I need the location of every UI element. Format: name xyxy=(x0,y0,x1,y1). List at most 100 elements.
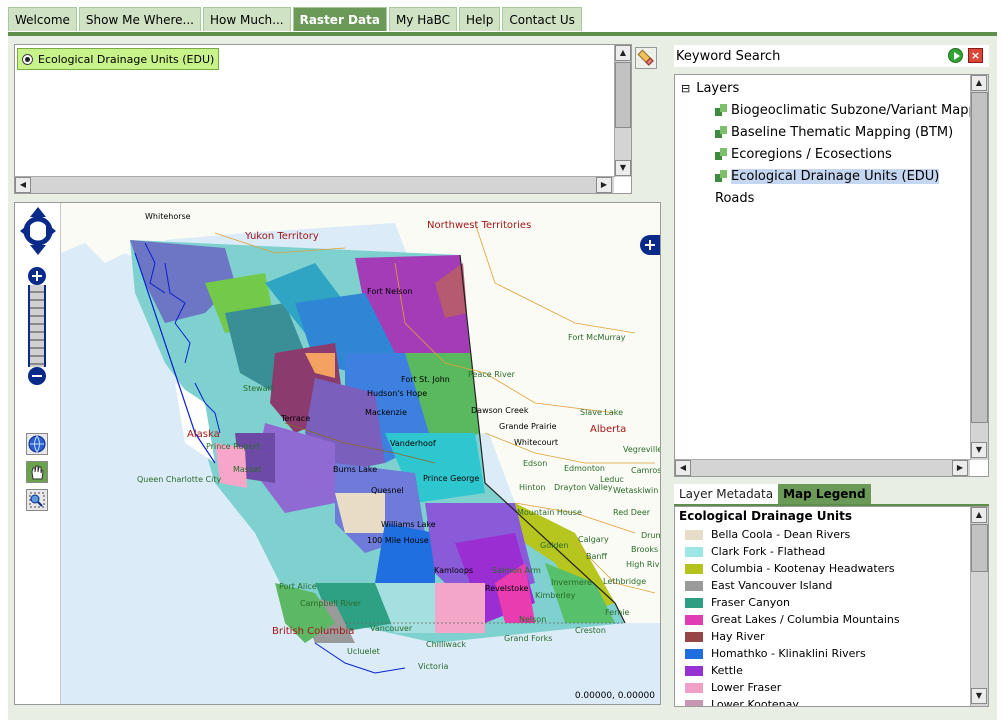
legend-swatch xyxy=(685,665,703,676)
legend-swatch xyxy=(685,546,703,557)
scroll-left-icon[interactable]: ◀ xyxy=(675,460,691,476)
label-prince-george: Prince George xyxy=(423,474,480,483)
legend-item-label: Bella Coola - Dean Rivers xyxy=(711,528,851,541)
scroll-right-icon[interactable]: ▶ xyxy=(596,177,612,193)
label-yukon: Yukon Territory xyxy=(245,231,319,242)
scroll-down-icon[interactable]: ▼ xyxy=(971,442,987,458)
layer-icon xyxy=(715,148,727,160)
label-campbell-river: Campbell River xyxy=(300,599,362,608)
legend-item: Hay River xyxy=(685,628,765,645)
legend-item-label: Great Lakes / Columbia Mountains xyxy=(711,613,900,626)
label-revelstoke: Revelstoke xyxy=(485,584,529,593)
label-fernie: Fernie xyxy=(605,608,630,617)
tree-root-layers[interactable]: ⊟ Layers xyxy=(681,78,739,98)
label-victoria: Victoria xyxy=(418,662,449,671)
tree-vertical-scrollbar[interactable]: ▲ ▼ xyxy=(970,75,988,460)
vertical-scrollbar[interactable]: ▲ ▼ xyxy=(614,45,631,177)
label-prince-rupert: Prince Rupert xyxy=(206,442,260,451)
tree-item-btm[interactable]: Baseline Thematic Mapping (BTM) xyxy=(715,122,953,142)
main-nav: Welcome Show Me Where... How Much... Ras… xyxy=(8,7,582,31)
layer-icon xyxy=(715,126,727,138)
hand-pan-icon[interactable] xyxy=(26,461,48,483)
play-icon[interactable] xyxy=(948,48,963,63)
tab-help[interactable]: Help xyxy=(458,7,501,31)
pan-control-icon[interactable] xyxy=(20,207,56,255)
label-high-river: High River xyxy=(626,560,660,569)
legend-item-label: Lower Fraser xyxy=(711,681,782,694)
label-wetaskiwin: Wetaskiwin xyxy=(613,486,659,495)
zoom-slider[interactable] xyxy=(28,285,46,367)
scrollbar-thumb[interactable] xyxy=(971,524,988,572)
legend-swatch xyxy=(685,563,703,574)
globe-icon[interactable] xyxy=(26,433,48,455)
radio-button[interactable] xyxy=(22,53,33,65)
scroll-down-icon[interactable]: ▼ xyxy=(615,160,631,176)
zoom-out-icon[interactable] xyxy=(28,367,46,385)
eraser-icon[interactable] xyxy=(635,47,657,69)
scroll-up-icon[interactable]: ▲ xyxy=(971,507,987,523)
label-banff: Banff xyxy=(586,552,607,561)
tab-welcome[interactable]: Welcome xyxy=(8,7,77,31)
label-red-deer: Red Deer xyxy=(613,508,651,517)
tab-contact-us[interactable]: Contact Us xyxy=(502,7,582,31)
scroll-up-icon[interactable]: ▲ xyxy=(615,45,631,61)
label-queen-charlotte: Queen Charlotte City xyxy=(137,475,222,484)
legend-item: Lower Fraser xyxy=(685,679,781,696)
label-lethbridge: Lethbridge xyxy=(603,577,647,586)
label-drayton-valley: Drayton Valley xyxy=(554,483,613,492)
label-kimberley: Kimberley xyxy=(535,591,576,600)
tree-item-biogeoclimatic[interactable]: Biogeoclimatic Subzone/Variant Mapping xyxy=(715,100,988,120)
map-viewport[interactable]: Whitehorse Yukon Territory Northwest Ter… xyxy=(14,202,661,705)
label-burns-lake: Burns Lake xyxy=(333,465,378,474)
zoom-box-icon[interactable] xyxy=(26,489,48,511)
tree-item-roads[interactable]: Roads xyxy=(715,188,754,208)
scroll-down-icon[interactable]: ▼ xyxy=(971,688,987,704)
scroll-left-icon[interactable]: ◀ xyxy=(15,177,31,193)
legend-swatch xyxy=(685,580,703,591)
legend-item-label: East Vancouver Island xyxy=(711,579,833,592)
tree-horizontal-scrollbar[interactable]: ◀ ▶ xyxy=(675,459,970,476)
tree-item-ecoregions[interactable]: Ecoregions / Ecosections xyxy=(715,144,892,164)
legend-item-label: Columbia - Kootenay Headwaters xyxy=(711,562,895,575)
collapse-icon[interactable]: ⊟ xyxy=(681,82,690,95)
label-dawson-creek: Dawson Creek xyxy=(471,406,529,415)
scrollbar-thumb[interactable] xyxy=(615,62,631,128)
tab-layer-metadata[interactable]: Layer Metadata xyxy=(674,484,779,504)
legend-item: East Vancouver Island xyxy=(685,577,832,594)
tab-show-me-where[interactable]: Show Me Where... xyxy=(78,7,201,31)
label-leduc: Leduc xyxy=(600,475,624,484)
label-vegreville: Vegreville xyxy=(623,445,661,454)
scrollbar-thumb[interactable] xyxy=(971,92,988,423)
label-kamloops: Kamloops xyxy=(434,566,474,575)
zoom-in-icon[interactable] xyxy=(28,267,46,285)
legend-vertical-scrollbar[interactable]: ▲ ▼ xyxy=(970,507,988,706)
label-port-alice: Port Alice xyxy=(279,582,317,591)
label-fort-mcmurray: Fort McMurray xyxy=(568,333,626,342)
tab-how-much[interactable]: How Much... xyxy=(202,7,291,31)
label-ucluelet: Ucluelet xyxy=(347,647,380,656)
map-controls xyxy=(15,203,61,704)
tree-item-label: Roads xyxy=(715,190,755,206)
tree-item-edu[interactable]: Ecological Drainage Units (EDU) xyxy=(715,166,940,186)
label-hudsons-hope: Hudson's Hope xyxy=(367,389,428,398)
legend-item-label: Kettle xyxy=(711,664,743,677)
label-whitecourt: Whitecourt xyxy=(514,438,559,447)
tree-root-label: Layers xyxy=(696,80,740,96)
legend-item: Homathko - Klinaklini Rivers xyxy=(685,645,866,662)
overview-expand-icon[interactable] xyxy=(640,235,660,255)
label-british-columbia: British Columbia xyxy=(272,626,355,637)
horizontal-scrollbar[interactable]: ◀ ▶ xyxy=(15,176,614,193)
label-100-mile-house: 100 Mile House xyxy=(367,536,429,545)
tab-raster-data[interactable]: Raster Data xyxy=(292,7,387,31)
tab-my-habc[interactable]: My HaBC xyxy=(388,7,457,31)
legend-item: Columbia - Kootenay Headwaters xyxy=(685,560,895,577)
label-salmon-arm: Salmon Arm xyxy=(492,566,541,575)
close-icon[interactable]: × xyxy=(968,48,983,63)
scroll-right-icon[interactable]: ▶ xyxy=(952,460,968,476)
selected-layer-item[interactable]: Ecological Drainage Units (EDU) xyxy=(17,48,220,70)
tab-map-legend[interactable]: Map Legend xyxy=(778,484,871,504)
label-golden: Golden xyxy=(540,541,569,550)
layer-icon xyxy=(715,170,727,182)
scroll-up-icon[interactable]: ▲ xyxy=(971,75,987,91)
label-invermere: Invermere xyxy=(551,578,592,587)
